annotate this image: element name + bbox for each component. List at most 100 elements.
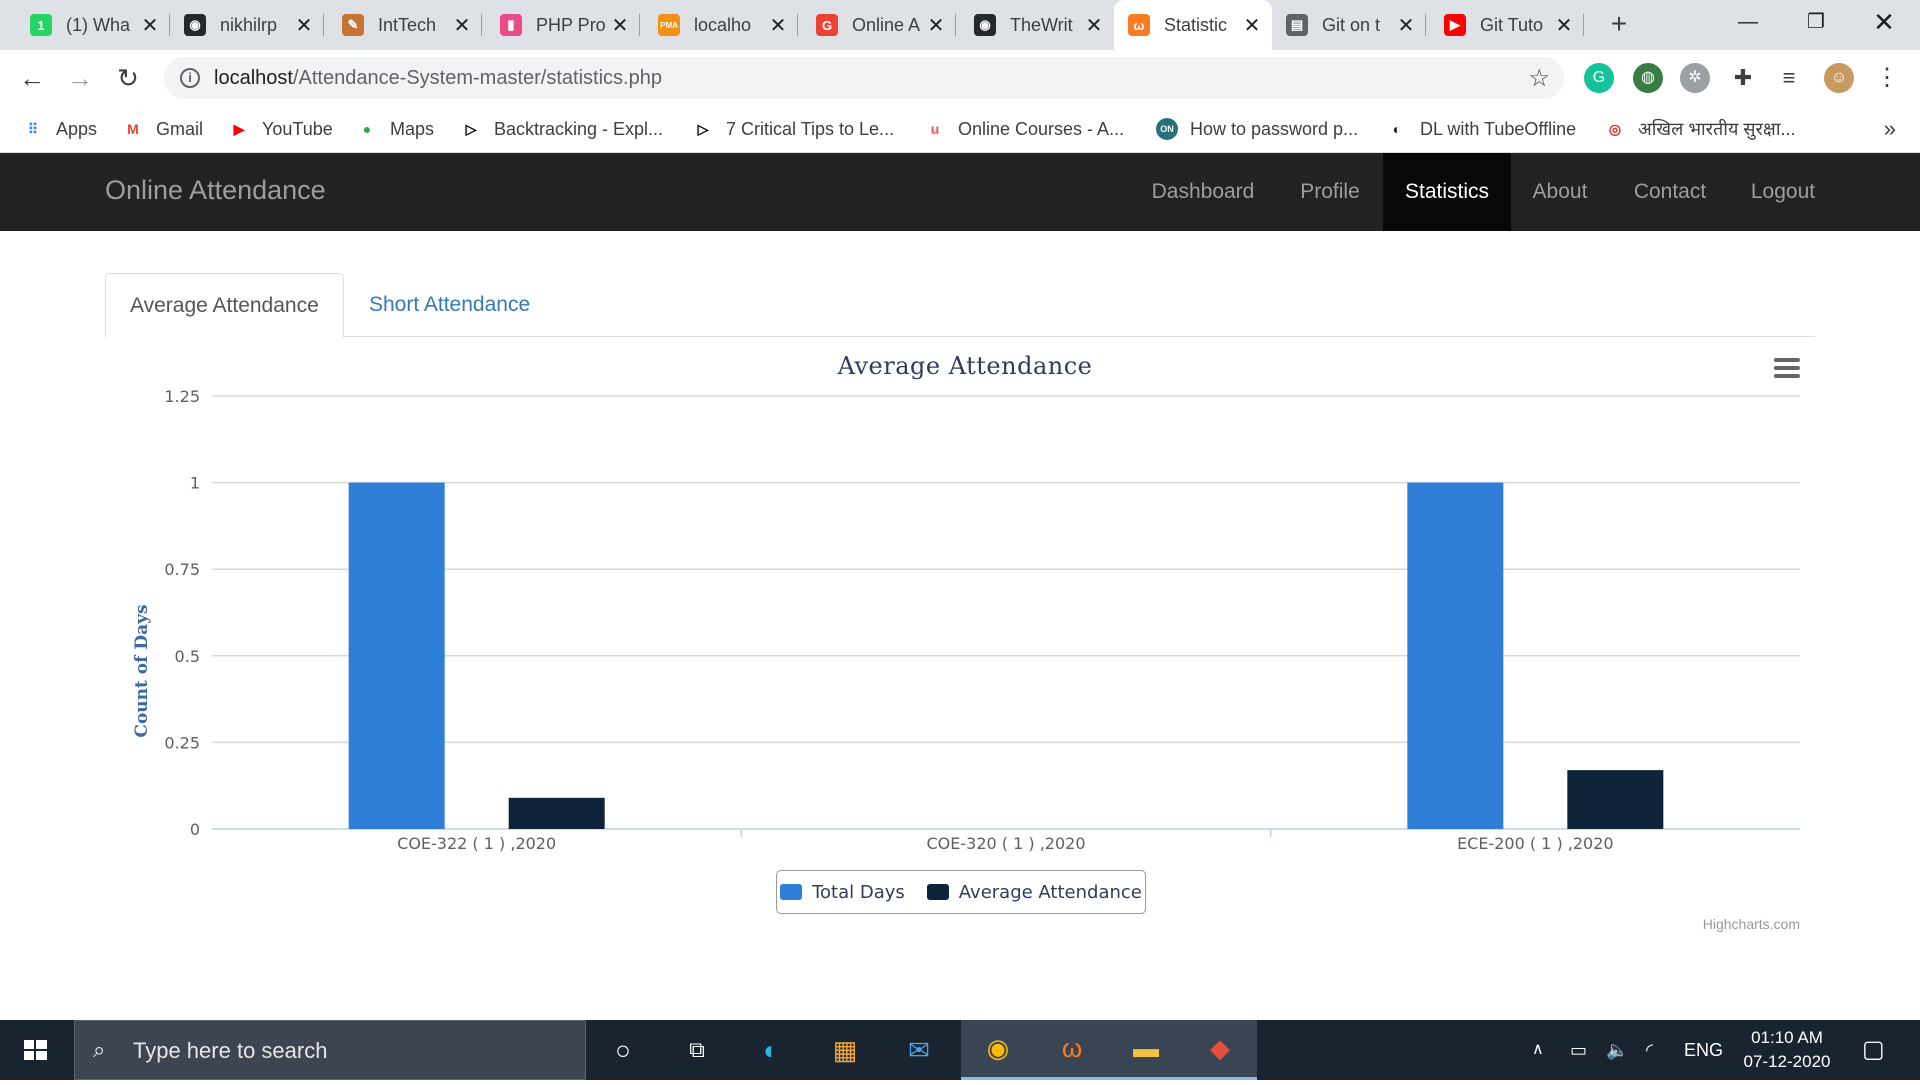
- media-control-icon[interactable]: ≡: [1774, 63, 1804, 93]
- nav-logout[interactable]: Logout: [1734, 153, 1832, 231]
- xampp-icon[interactable]: ω: [1035, 1020, 1109, 1080]
- browser-tab[interactable]: PMA localho ✕: [644, 0, 798, 50]
- git-icon[interactable]: ◆: [1183, 1020, 1257, 1080]
- browser-tab[interactable]: ◉ nikhilrp ✕: [170, 0, 324, 50]
- mail-icon[interactable]: ✉: [882, 1020, 956, 1080]
- close-tab-icon[interactable]: ✕: [1554, 13, 1574, 38]
- new-tab-button[interactable]: +: [1604, 10, 1634, 40]
- address-host: localhost: [214, 67, 293, 89]
- tab-short-attendance[interactable]: Short Attendance: [345, 273, 554, 337]
- bookmark-item[interactable]: ⠿ Apps: [22, 106, 97, 152]
- chrome-icon[interactable]: ◉: [961, 1020, 1035, 1080]
- close-tab-icon[interactable]: ✕: [1396, 13, 1416, 38]
- browser-tab-label: TheWrit: [1010, 14, 1073, 35]
- x-tick-label: COE-322 ( 1 ) ,2020: [397, 834, 556, 853]
- close-tab-icon[interactable]: ✕: [1084, 13, 1104, 38]
- site-icon: ✎: [342, 14, 364, 36]
- close-tab-icon[interactable]: ✕: [294, 13, 314, 38]
- site-brand[interactable]: Online Attendance: [105, 175, 326, 206]
- bookmark-item[interactable]: ◐ DL with TubeOffline: [1386, 106, 1576, 152]
- bookmark-label: 7 Critical Tips to Le...: [726, 118, 895, 139]
- extensions-puzzle-icon[interactable]: ✚: [1728, 63, 1758, 93]
- bookmark-label: अखिल भारतीय सुरक्षा...: [1638, 119, 1796, 139]
- close-tab-icon[interactable]: ✕: [1242, 13, 1262, 38]
- taskbar-search-box[interactable]: ⌕ Type here to search: [74, 1020, 586, 1080]
- nav-dashboard[interactable]: Dashboard: [1134, 153, 1272, 231]
- bar-average-attendance[interactable]: [508, 797, 605, 829]
- site-info-icon[interactable]: i: [180, 68, 200, 88]
- close-tab-icon[interactable]: ✕: [140, 13, 160, 38]
- close-window-button[interactable]: ✕: [1852, 0, 1916, 44]
- legend-item-average-attendance[interactable]: Average Attendance: [926, 882, 1142, 903]
- restore-button[interactable]: ❐: [1784, 0, 1848, 44]
- bookmark-item[interactable]: ◎ अखिल भारतीय सुरक्षा...: [1604, 106, 1796, 152]
- close-tab-icon[interactable]: ✕: [926, 13, 946, 38]
- forward-button[interactable]: →: [60, 50, 100, 106]
- bookmark-item[interactable]: ● Maps: [356, 106, 434, 152]
- bookmark-item[interactable]: ▷ 7 Critical Tips to Le...: [692, 106, 894, 152]
- close-tab-icon[interactable]: ✕: [610, 13, 630, 38]
- reload-button[interactable]: ↻: [108, 50, 148, 106]
- browser-tab[interactable]: 1 (1) Wha ✕: [16, 0, 170, 50]
- windows-start-button[interactable]: [0, 1020, 72, 1080]
- browser-tab[interactable]: ▮ PHP Pro ✕: [486, 0, 640, 50]
- file-explorer-icon[interactable]: ▬: [1109, 1020, 1183, 1080]
- volume-icon[interactable]: 🔈: [1606, 1020, 1628, 1080]
- store-icon[interactable]: ▦: [808, 1020, 882, 1080]
- windows-logo-icon: [24, 1040, 47, 1060]
- x-tick-label: COE-320 ( 1 ) ,2020: [927, 834, 1086, 853]
- language-indicator[interactable]: ENG: [1684, 1020, 1723, 1080]
- taskbar-clock[interactable]: 01:10 AM 07-12-2020: [1732, 1026, 1842, 1074]
- bug-extension-icon[interactable]: ✲: [1680, 63, 1710, 93]
- globe-extension-icon[interactable]: ◍: [1633, 63, 1663, 93]
- bookmark-item[interactable]: ▷ Backtracking - Expl...: [460, 106, 663, 152]
- bookmark-star-icon[interactable]: ☆: [1528, 64, 1550, 93]
- grammarly-icon[interactable]: G: [1584, 63, 1614, 93]
- chart-credit[interactable]: Highcharts.com: [1703, 916, 1800, 932]
- battery-icon[interactable]: ▭: [1570, 1020, 1587, 1080]
- tab-separator: [481, 14, 482, 36]
- bar-average-attendance[interactable]: [1567, 770, 1664, 829]
- nav-statistics[interactable]: Statistics: [1383, 153, 1511, 231]
- edge-browser-icon[interactable]: ◐: [734, 1020, 808, 1080]
- cortana-icon[interactable]: ○: [586, 1020, 660, 1080]
- bookmark-item[interactable]: ON How to password p...: [1156, 106, 1358, 152]
- browser-tab[interactable]: ω Statistic ✕: [1114, 0, 1272, 50]
- bookmark-item[interactable]: M Gmail: [122, 106, 203, 152]
- address-bar[interactable]: i localhost/Attendance-System-master/sta…: [164, 57, 1564, 99]
- more-bookmarks-icon[interactable]: »: [1884, 116, 1896, 142]
- phpmyadmin-icon: PMA: [658, 14, 680, 36]
- profile-avatar[interactable]: ☺: [1824, 63, 1854, 93]
- nav-contact[interactable]: Contact: [1620, 153, 1720, 231]
- tab-average-attendance[interactable]: Average Attendance: [105, 273, 344, 338]
- browser-tab[interactable]: ✎ IntTech ✕: [328, 0, 482, 50]
- tray-overflow-icon[interactable]: ∧: [1532, 1020, 1544, 1080]
- whatsapp-icon: 1: [30, 14, 52, 36]
- clock-time: 01:10 AM: [1751, 1028, 1823, 1047]
- wifi-icon[interactable]: ◜: [1646, 1020, 1653, 1080]
- legend-item-total-days[interactable]: Total Days: [780, 882, 905, 903]
- notifications-icon[interactable]: ▢: [1862, 1020, 1885, 1080]
- nav-profile[interactable]: Profile: [1280, 153, 1380, 231]
- play-icon: ▷: [697, 120, 709, 137]
- close-tab-icon[interactable]: ✕: [768, 13, 788, 38]
- address-path: /Attendance-System-master/statistics.php: [292, 67, 662, 89]
- browser-tab[interactable]: ▶ Git Tuto ✕: [1430, 0, 1584, 50]
- statistics-tabs: Average Attendance Short Attendance: [105, 273, 1815, 338]
- minimize-button[interactable]: —: [1716, 0, 1780, 44]
- bookmark-item[interactable]: ▶ YouTube: [228, 106, 333, 152]
- back-button[interactable]: ←: [12, 50, 52, 106]
- close-tab-icon[interactable]: ✕: [452, 13, 472, 38]
- average-attendance-chart: Average Attendance Count of Days 0 0.25 0.…: [120, 338, 1810, 948]
- bar-total-days[interactable]: [348, 482, 445, 829]
- browser-tab[interactable]: ▤ Git on t ✕: [1272, 0, 1426, 50]
- browser-tab[interactable]: G Online A ✕: [802, 0, 956, 50]
- windows-taskbar: ⌕ Type here to search ○ ⧉ ◐ ▦ ✉ ◉ ω ▬ ◆ …: [0, 1020, 1920, 1080]
- nav-about[interactable]: About: [1514, 153, 1606, 231]
- task-view-icon[interactable]: ⧉: [660, 1020, 734, 1080]
- browser-menu-icon[interactable]: ⋮: [1872, 63, 1902, 93]
- bookmark-item[interactable]: u Online Courses - A...: [924, 106, 1124, 152]
- bar-total-days[interactable]: [1407, 482, 1504, 829]
- browser-tab[interactable]: ◉ TheWrit ✕: [960, 0, 1114, 50]
- udemy-icon: u: [930, 121, 940, 137]
